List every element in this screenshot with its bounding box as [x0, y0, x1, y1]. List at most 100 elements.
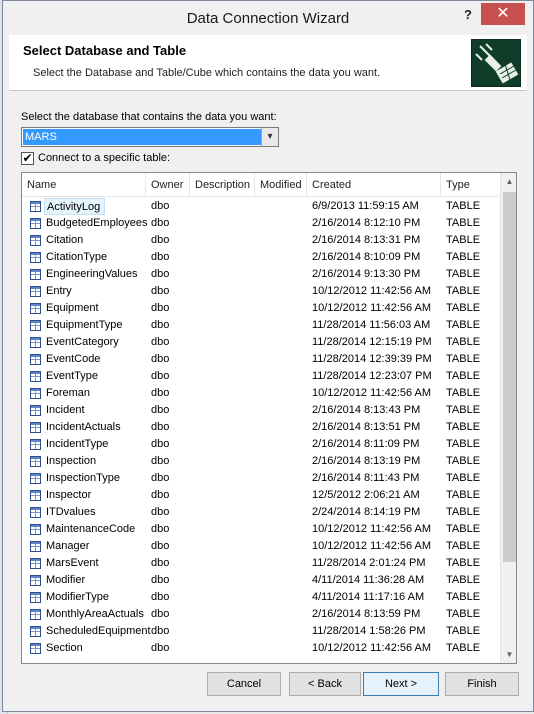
table-row[interactable]: Inspector dbo 12/5/2012 2:06:21 AM TABLE	[22, 487, 499, 504]
table-row-name: IncidentType	[46, 438, 109, 450]
chevron-down-icon[interactable]: ▾	[261, 128, 278, 146]
scroll-down-icon[interactable]: ▼	[501, 646, 516, 663]
database-select[interactable]: MARS ▾	[21, 127, 279, 147]
table-row-type: TABLE	[446, 319, 481, 331]
table-row-created: 11/28/2014 2:01:24 PM	[312, 557, 426, 569]
table-row-type: TABLE	[446, 540, 481, 552]
table-row[interactable]: Citation dbo 2/16/2014 8:13:31 PM TABLE	[22, 232, 499, 249]
table-row-type: TABLE	[446, 353, 481, 365]
table-list[interactable]: Name Owner Description Modified Created …	[21, 172, 517, 664]
window-title: Data Connection Wizard	[186, 10, 350, 27]
table-row[interactable]: EventCategory dbo 11/28/2014 12:15:19 PM TA…	[22, 334, 499, 351]
database-select-value[interactable]: MARS	[23, 129, 261, 145]
table-row[interactable]: Inspection dbo 2/16/2014 8:13:19 PM TABLE	[22, 453, 499, 470]
table-row-type: TABLE	[446, 506, 481, 518]
vertical-scrollbar[interactable]: ▲ ▼	[500, 173, 516, 663]
table-row-created: 2/16/2014 8:11:43 PM	[312, 472, 420, 484]
column-header-modified[interactable]: Modified	[255, 173, 307, 197]
table-row-created: 4/11/2014 11:17:16 AM	[312, 591, 425, 603]
table-row-name: CitationType	[46, 251, 108, 263]
table-row[interactable]: Modifier dbo 4/11/2014 11:36:28 AM TABLE	[22, 572, 499, 589]
table-row[interactable]: CitationType dbo 2/16/2014 8:10:09 PM TABLE	[22, 249, 499, 266]
table-row-owner: dbo	[151, 370, 170, 382]
scroll-up-icon[interactable]: ▲	[501, 173, 516, 190]
table-row[interactable]: IncidentType dbo 2/16/2014 8:11:09 PM TABLE	[22, 436, 499, 453]
table-row-type: TABLE	[446, 557, 481, 569]
column-header-owner[interactable]: Owner	[146, 173, 190, 197]
table-row[interactable]: Equipment dbo 10/12/2012 11:42:56 AM TABLE	[22, 300, 499, 317]
finish-button[interactable]: Finish	[445, 672, 519, 696]
table-row-created: 2/16/2014 8:13:31 PM	[312, 234, 421, 246]
table-row-name: Foreman	[46, 387, 91, 399]
table-row[interactable]: IncidentActuals dbo 2/16/2014 8:13:51 PM TA…	[22, 419, 499, 436]
table-row-owner: dbo	[151, 523, 170, 535]
table-row-created: 2/16/2014 8:13:51 PM	[312, 421, 421, 433]
table-row[interactable]: MarsEvent dbo 11/28/2014 2:01:24 PM TABLE	[22, 555, 499, 572]
table-icon	[30, 388, 41, 399]
table-row[interactable]: ModifierType dbo 4/11/2014 11:17:16 AM TABL…	[22, 589, 499, 606]
table-row-type: TABLE	[446, 455, 481, 467]
table-row-name: Incident	[46, 404, 85, 416]
table-row[interactable]: EquipmentType dbo 11/28/2014 11:56:03 AM TA…	[22, 317, 499, 334]
scrollbar-thumb[interactable]	[503, 192, 516, 562]
table-row-owner: dbo	[151, 268, 170, 280]
column-header-type[interactable]: Type	[441, 173, 499, 197]
table-row[interactable]: Entry dbo 10/12/2012 11:42:56 AM TABLE	[22, 283, 499, 300]
table-row[interactable]: EngineeringValues dbo 2/16/2014 9:13:30 PM…	[22, 266, 499, 283]
table-row[interactable]: InspectionType dbo 2/16/2014 8:11:43 PM TAB…	[22, 470, 499, 487]
help-button[interactable]: ?	[459, 7, 477, 25]
table-row[interactable]: ITDvalues dbo 2/24/2014 8:14:19 PM TABLE	[22, 504, 499, 521]
table-row-created: 11/28/2014 1:58:26 PM	[312, 625, 426, 637]
column-header-created[interactable]: Created	[307, 173, 441, 197]
table-row-created: 10/12/2012 11:42:56 AM	[312, 642, 432, 654]
connect-specific-table-label[interactable]: Connect to a specific table:	[38, 152, 170, 164]
table-row[interactable]: Section dbo 10/12/2012 11:42:56 AM TABLE	[22, 640, 499, 657]
table-icon	[30, 320, 41, 331]
table-row[interactable]: MaintenanceCode dbo 10/12/2012 11:42:56 AM…	[22, 521, 499, 538]
table-row-name: ModifierType	[46, 591, 109, 603]
table-row-name: EventType	[46, 370, 98, 382]
table-row-name: Inspector	[46, 489, 92, 501]
table-row-name: EventCode	[46, 353, 101, 365]
table-row[interactable]: Foreman dbo 10/12/2012 11:42:56 AM TABLE	[22, 385, 499, 402]
connect-specific-table-checkbox[interactable]: ✔	[21, 152, 34, 165]
next-button[interactable]: Next >	[363, 672, 439, 696]
title-bar[interactable]: Data Connection Wizard ? ✕	[3, 1, 533, 35]
table-row-name: Equipment	[46, 302, 99, 314]
table-row-owner: dbo	[151, 608, 170, 620]
table-row-type: TABLE	[446, 421, 481, 433]
table-row[interactable]: Incident dbo 2/16/2014 8:13:43 PM TABLE	[22, 402, 499, 419]
close-button[interactable]: ✕	[481, 3, 525, 25]
table-row-owner: dbo	[151, 200, 170, 212]
column-header-description[interactable]: Description	[190, 173, 255, 197]
table-row-type: TABLE	[446, 404, 481, 416]
column-header-name[interactable]: Name	[22, 173, 146, 197]
table-row-name: EquipmentType	[46, 319, 123, 331]
table-row-type: TABLE	[446, 489, 481, 501]
table-icon	[30, 269, 41, 280]
table-row[interactable]: ScheduledEquipment dbo 11/28/2014 1:58:26 …	[22, 623, 499, 640]
table-row-owner: dbo	[151, 625, 170, 637]
table-icon	[30, 456, 41, 467]
table-row-owner: dbo	[151, 591, 170, 603]
data-connection-plug-icon	[471, 39, 521, 87]
table-row[interactable]: ActivityLog dbo 6/9/2013 11:59:15 AM TABLE	[22, 198, 499, 215]
table-row[interactable]: EventType dbo 11/28/2014 12:23:07 PM TABLE	[22, 368, 499, 385]
back-button[interactable]: < Back	[289, 672, 361, 696]
table-row[interactable]: MonthlyAreaActuals dbo 2/16/2014 8:13:59 P…	[22, 606, 499, 623]
table-row-created: 2/16/2014 8:13:59 PM	[312, 608, 421, 620]
table-row-type: TABLE	[446, 574, 481, 586]
table-icon	[30, 643, 41, 654]
table-row-type: TABLE	[446, 387, 481, 399]
table-row-name: Manager	[46, 540, 90, 552]
table-row[interactable]: BudgetedEmployees dbo 2/16/2014 8:12:10 PM…	[22, 215, 499, 232]
table-row-created: 4/11/2014 11:36:28 AM	[312, 574, 425, 586]
table-row-created: 11/28/2014 12:15:19 PM	[312, 336, 432, 348]
table-row-type: TABLE	[446, 200, 481, 212]
table-row-owner: dbo	[151, 421, 170, 433]
table-row[interactable]: EventCode dbo 11/28/2014 12:39:39 PM TABLE	[22, 351, 499, 368]
table-row[interactable]: Manager dbo 10/12/2012 11:42:56 AM TABLE	[22, 538, 499, 555]
table-icon	[30, 286, 41, 297]
table-row-name: MaintenanceCode	[46, 523, 136, 535]
cancel-button[interactable]: Cancel	[207, 672, 281, 696]
